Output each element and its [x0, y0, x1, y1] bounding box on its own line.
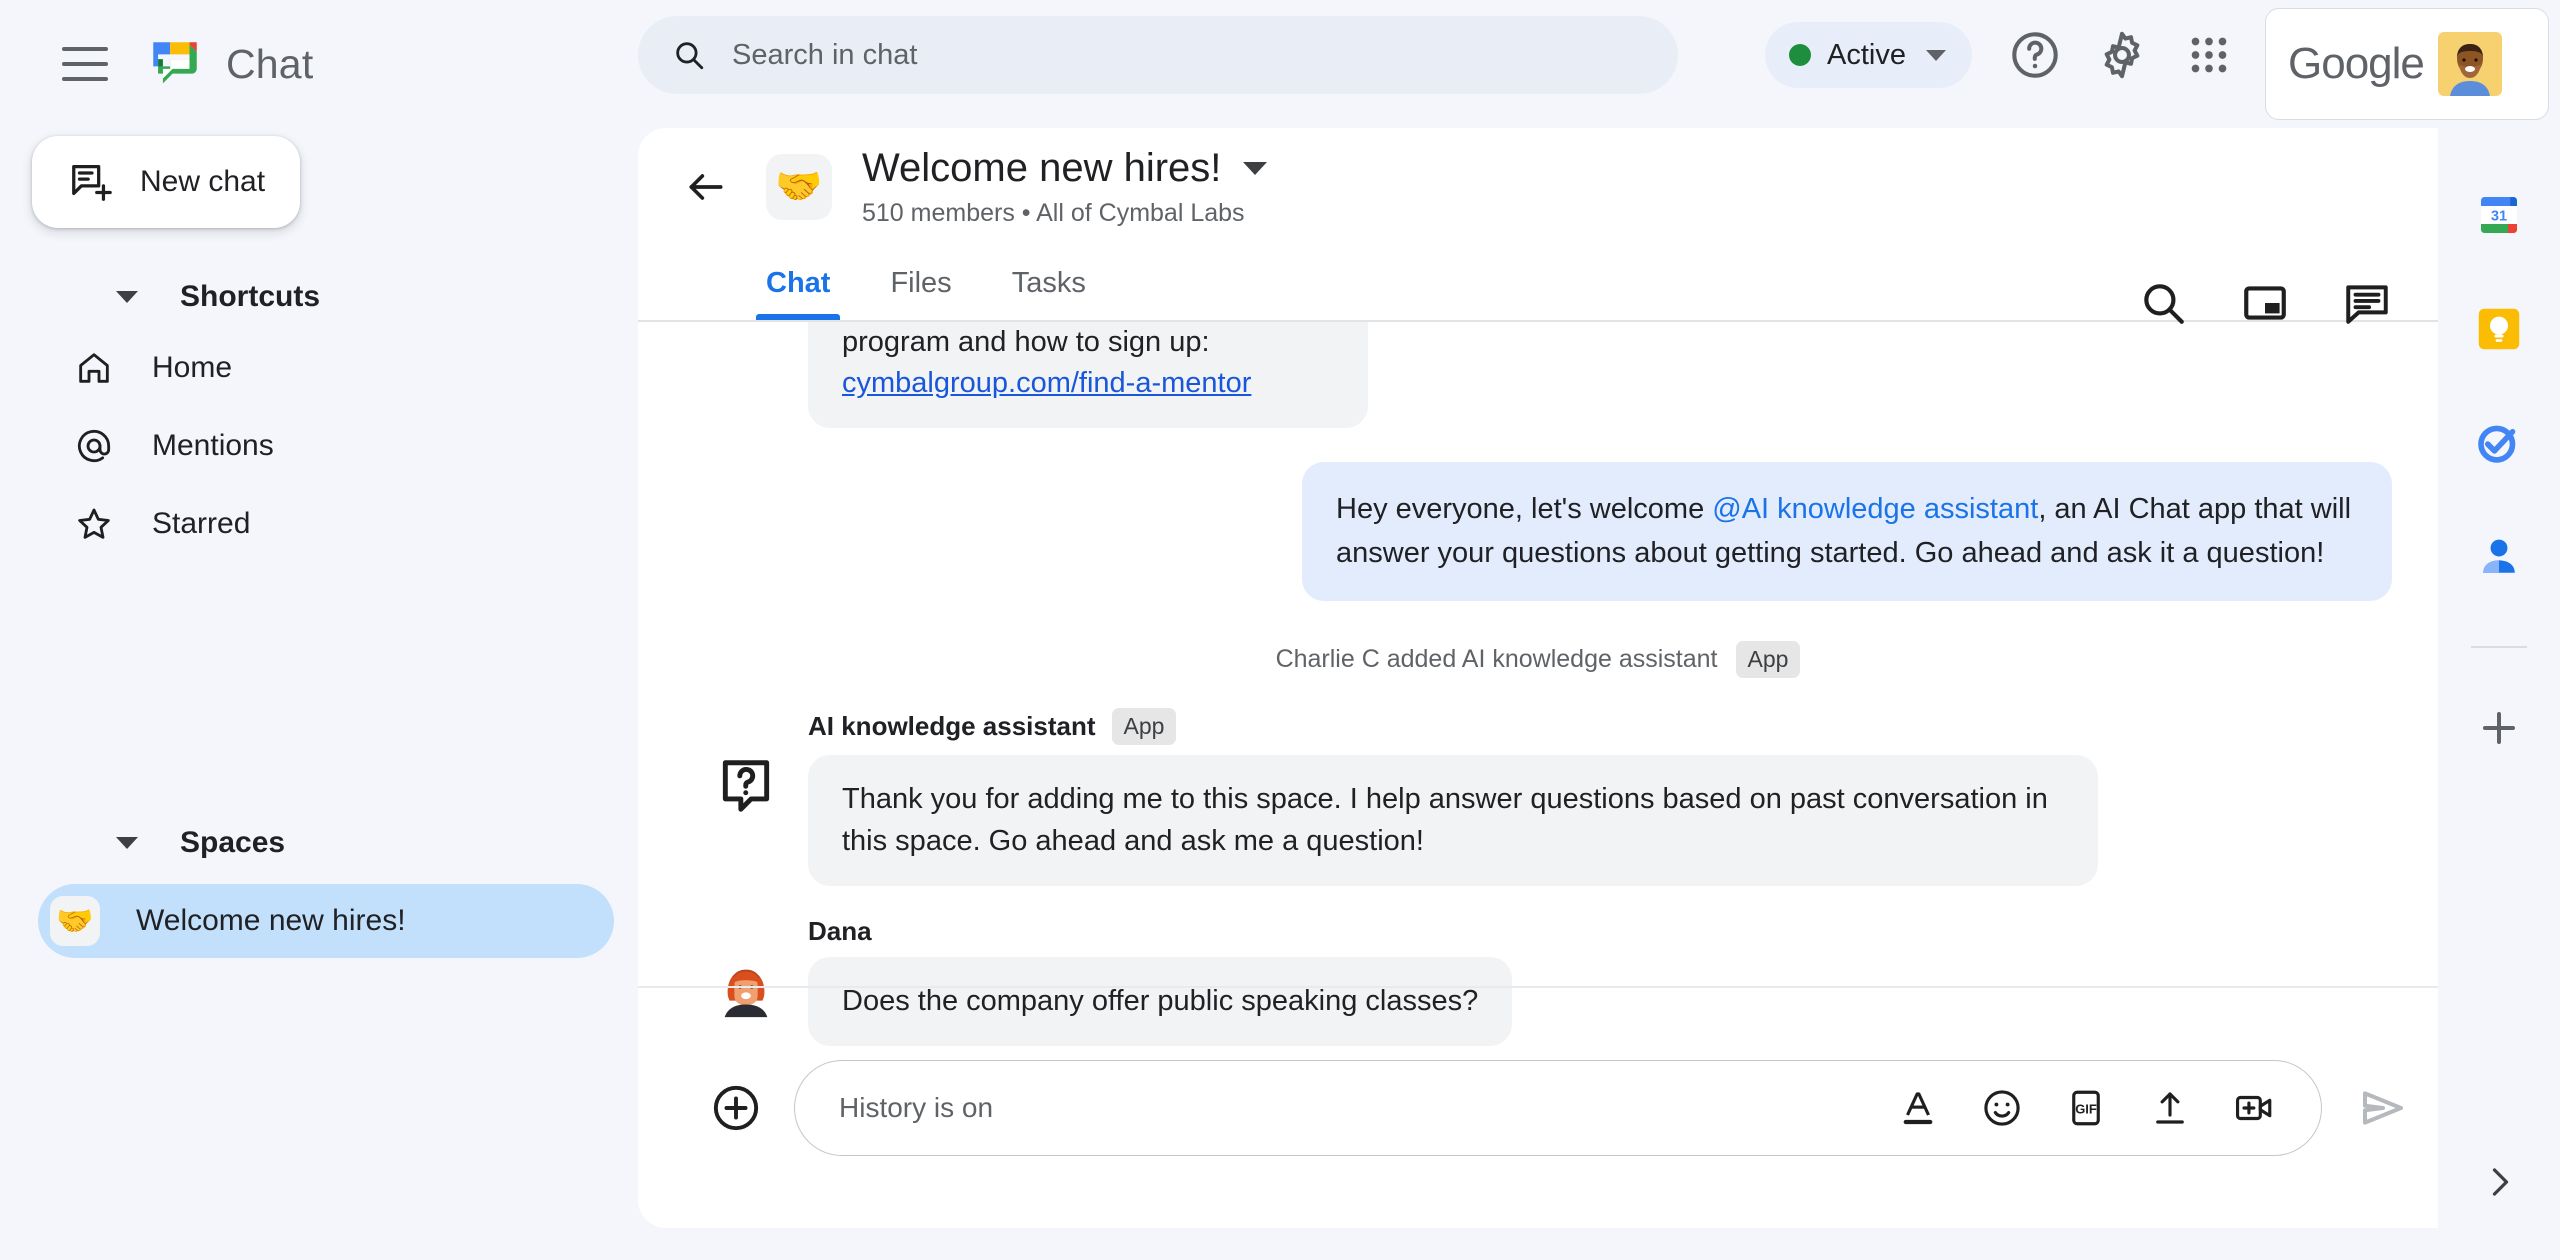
message-assistant: Thank you for adding me to this space. I… [684, 755, 2392, 886]
system-message-text: Charlie C added AI knowledge assistant [1275, 645, 1718, 674]
chevron-right-icon[interactable] [2481, 1164, 2517, 1200]
hamburger-menu-icon[interactable] [62, 47, 108, 81]
space-content-card: 🤝 Welcome new hires! 510 members • All o… [638, 128, 2438, 1228]
gif-icon[interactable]: GIF [2065, 1087, 2107, 1129]
app-title: Chat [226, 40, 314, 87]
app-badge: App [1735, 641, 1801, 679]
svg-text:GIF: GIF [2075, 1102, 2097, 1117]
space-header: 🤝 Welcome new hires! 510 members • All o… [638, 128, 2438, 246]
app-badge: App [1111, 708, 1177, 746]
sidebar-item-welcome-new-hires[interactable]: 🤝 Welcome new hires! [38, 884, 614, 958]
composer-actions: GIF [1897, 1087, 2275, 1129]
status-selector[interactable]: Active [1765, 22, 1972, 88]
message-bubble: program and how to sign up: cymbalgroup.… [808, 322, 1368, 429]
space-avatar: 🤝 [766, 154, 832, 220]
composer-placeholder: History is on [839, 1092, 994, 1123]
star-icon [74, 504, 114, 544]
avatar-column [684, 755, 808, 885]
google-calendar-icon[interactable]: 31 [2472, 188, 2526, 242]
message-link[interactable]: cymbalgroup.com/find-a-mentor [842, 367, 1251, 399]
sidebar-item-home[interactable]: Home [38, 330, 614, 406]
message-list: program and how to sign up: cymbalgroup.… [638, 322, 2438, 1064]
sidebar-item-mentions[interactable]: Mentions [38, 408, 614, 484]
search-icon [672, 38, 706, 72]
status-dot [1789, 44, 1811, 66]
gear-icon[interactable] [2095, 28, 2149, 82]
add-icon[interactable] [710, 1082, 762, 1134]
google-contacts-icon[interactable] [2472, 530, 2526, 584]
space-header-actions [2138, 278, 2392, 328]
composer: History is on GIF [638, 986, 2438, 1228]
sidebar-item-starred[interactable]: Starred [38, 486, 614, 562]
brand: Chat [146, 35, 313, 93]
format-text-icon[interactable] [1897, 1087, 1939, 1129]
calendar-day-number: 31 [2491, 209, 2507, 225]
help-icon[interactable] [2008, 28, 2062, 82]
sender-name: Dana [808, 915, 872, 946]
space-header-text: Welcome new hires! 510 members • All of … [862, 146, 1268, 228]
avatar [2437, 32, 2502, 96]
message-text: program and how to sign up: [842, 326, 1210, 358]
assistant-name-row: AI knowledge assistant App [808, 708, 2392, 746]
tab-tasks[interactable]: Tasks [982, 246, 1116, 320]
spaces-group-header[interactable]: Spaces [0, 812, 638, 874]
handshake-emoji-icon: 🤝 [50, 896, 100, 946]
caret-down-icon [116, 291, 138, 303]
emoji-icon[interactable] [1981, 1087, 2023, 1129]
new-chat-icon [68, 159, 114, 205]
shortcuts-title: Shortcuts [180, 280, 321, 313]
message-bubble: Hey everyone, let's welcome @AI knowledg… [1302, 462, 2392, 602]
search-icon[interactable] [2138, 278, 2188, 328]
system-message: Charlie C added AI knowledge assistant A… [684, 641, 2392, 679]
message-bubble: Thank you for adding me to this space. I… [808, 755, 2098, 886]
spaces-title: Spaces [180, 826, 286, 859]
google-account-chip[interactable]: Google [2265, 8, 2549, 120]
search-placeholder: Search in chat [732, 38, 918, 71]
question-bubble-icon [715, 755, 777, 817]
new-chat-button[interactable]: New chat [32, 136, 300, 228]
space-subtitle: 510 members • All of Cymbal Labs [862, 199, 1245, 227]
apps-grid-icon[interactable] [2182, 28, 2236, 82]
user-name-row: Dana [808, 916, 2392, 947]
message-partial: program and how to sign up: cymbalgroup.… [808, 322, 1368, 429]
send-button[interactable] [2356, 1081, 2410, 1135]
home-icon [74, 348, 114, 388]
google-wordmark: Google [2288, 39, 2425, 88]
new-chat-label: New chat [140, 165, 266, 198]
video-add-icon[interactable] [2233, 1087, 2275, 1129]
sidebar-item-label: Welcome new hires! [136, 904, 406, 937]
side-app-rail: 31 [2438, 128, 2560, 1260]
picture-in-picture-icon[interactable] [2240, 278, 2290, 328]
add-icon[interactable] [2475, 704, 2523, 752]
message-text-before: Hey everyone, let's welcome [1336, 493, 1713, 526]
sidebar-item-label: Starred [152, 507, 251, 540]
sidebar-item-label: Home [152, 351, 233, 384]
tab-chat[interactable]: Chat [736, 246, 860, 320]
google-tasks-icon[interactable] [2472, 416, 2526, 470]
sidebar-item-label: Mentions [152, 429, 274, 462]
google-chat-app: Chat Search in chat Active Google New ch… [0, 0, 2560, 1260]
google-chat-logo-icon [146, 35, 204, 93]
caret-down-icon [116, 837, 138, 849]
sidebar: New chat Shortcuts Home Mentions Starred… [0, 128, 638, 1260]
shortcuts-group-header[interactable]: Shortcuts [0, 266, 638, 328]
back-arrow-icon[interactable] [684, 165, 728, 209]
message-outgoing: Hey everyone, let's welcome @AI knowledg… [684, 462, 2392, 602]
at-icon [74, 426, 114, 466]
tab-files[interactable]: Files [860, 246, 981, 320]
page-title: Welcome new hires! [862, 146, 1222, 190]
mention-chip[interactable]: @AI knowledge assistant [1712, 493, 2038, 525]
rail-divider [2471, 646, 2527, 648]
threads-icon[interactable] [2342, 278, 2392, 328]
chevron-down-icon [1925, 49, 1946, 61]
search-input[interactable]: Search in chat [638, 16, 1678, 94]
sender-name: AI knowledge assistant [808, 711, 1096, 742]
upload-icon[interactable] [2149, 1087, 2191, 1129]
status-label: Active [1827, 38, 1906, 71]
google-keep-icon[interactable] [2472, 302, 2526, 356]
message-input[interactable]: History is on GIF [794, 1060, 2322, 1156]
top-bar: Chat Search in chat Active Google [0, 0, 2560, 128]
chevron-down-icon[interactable] [1243, 162, 1268, 175]
